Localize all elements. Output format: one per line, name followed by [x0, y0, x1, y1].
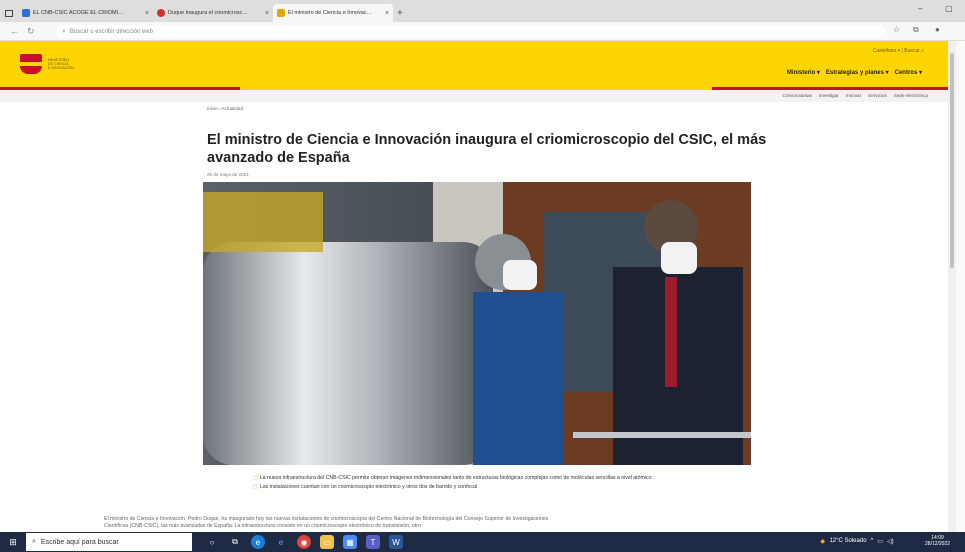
subnav-item-sede[interactable]: Sede electrónica	[894, 93, 928, 98]
taskbar-apps: ○ ⧉ e e ◉ ▭ ▦ T W	[205, 535, 403, 549]
url-placeholder: Buscar o escribir dirección web	[69, 28, 153, 35]
tab-ministro-ciencia[interactable]: El ministro de Ciencia e Innovac… ×	[273, 4, 393, 22]
ie-icon[interactable]: e	[274, 535, 288, 549]
edge-icon[interactable]: e	[251, 535, 265, 549]
windows-start-icon[interactable]: ⊞	[0, 532, 26, 552]
refresh-icon[interactable]: ↻	[27, 26, 35, 37]
taskbar-clock[interactable]: 14:09 28/12/2022	[925, 535, 950, 547]
tab-label: EL CNB-CSIC ACOGE EL CRIOMI…	[33, 10, 124, 16]
nav-item-estrategias[interactable]: Estrategias y planes ▾	[826, 69, 889, 76]
maximize-button[interactable]: ▢	[945, 4, 953, 13]
task-view-icon[interactable]: ⧉	[228, 535, 242, 549]
page-scrollbar[interactable]	[948, 41, 956, 532]
scrollbar-thumb[interactable]	[950, 53, 954, 268]
teams-icon[interactable]: T	[366, 535, 380, 549]
url-input[interactable]: ⌕ Buscar o escribir dirección web	[56, 25, 886, 38]
chrome-icon[interactable]: ◉	[297, 535, 311, 549]
nav-item-centros[interactable]: Centros ▾	[895, 69, 922, 76]
tab-duque-inaugura[interactable]: Duque inaugura el criomicrosc… ×	[153, 4, 273, 22]
article-highlights: ▢ La nueva infraestructura del CNB-CSIC p…	[253, 475, 723, 493]
list-item: ▢ La nueva infraestructura del CNB-CSIC p…	[253, 475, 652, 481]
list-item: ▢ Las instalaciones cuentan con un criomi…	[253, 484, 478, 490]
new-tab-button[interactable]: +	[393, 4, 407, 22]
tab-favicon-icon	[277, 9, 285, 17]
cortana-icon[interactable]: ○	[205, 535, 219, 549]
close-icon[interactable]: ×	[261, 10, 269, 17]
collections-icon[interactable]: ⧉	[913, 25, 919, 35]
tab-label: El ministro de Ciencia e Innovac…	[288, 10, 373, 16]
search-link[interactable]: Buscar	[904, 48, 920, 54]
minimize-button[interactable]: –	[918, 4, 922, 13]
subnav-item-investigar[interactable]: Investigar	[819, 93, 839, 98]
header-top-links: Castellano ▾ | Buscar ⌕	[873, 48, 924, 54]
back-icon[interactable]: ←	[10, 26, 19, 36]
ministry-name: MINISTERIO DE CIENCIA E INNOVACIÓN	[48, 57, 74, 71]
site-header: MINISTERIO DE CIENCIA E INNOVACIÓN Caste…	[0, 41, 948, 87]
taskbar: ⊞ ⌕ Escribe aquí para buscar ○ ⧉ e e ◉ ▭…	[0, 532, 965, 552]
weather-label[interactable]: 12°C Soleado	[829, 538, 866, 544]
taskbar-search-input[interactable]: ⌕ Escribe aquí para buscar	[26, 533, 192, 551]
clock-date: 28/12/2022	[925, 541, 951, 547]
address-bar: ← ↻ ⌕ Buscar o escribir dirección web ☆ …	[0, 22, 965, 41]
volume-icon[interactable]: ◁)	[887, 538, 894, 545]
word-icon[interactable]: W	[389, 535, 403, 549]
sidebar-strip	[956, 41, 965, 532]
separator: |	[901, 48, 903, 54]
close-icon[interactable]: ×	[381, 10, 389, 17]
secondary-nav: Convocatorias Investigar Innovar Servici…	[0, 90, 948, 102]
search-placeholder: Escribe aquí para buscar	[40, 538, 119, 546]
nav-item-ministerio[interactable]: Ministerio ▾	[787, 69, 820, 76]
coat-of-arms-icon	[20, 54, 42, 74]
page-title: El ministro de Ciencia e Innovación inau…	[207, 132, 767, 166]
subnav-item-servicios[interactable]: Servicios	[868, 93, 887, 98]
article-date: 26 de mayo de 2021	[207, 172, 249, 177]
network-icon[interactable]: ▭	[877, 538, 883, 545]
article-photo	[203, 182, 751, 465]
tab-favicon-icon	[157, 9, 165, 17]
tab-favicon-icon	[22, 9, 30, 17]
ministry-logo[interactable]: MINISTERIO DE CIENCIA E INNOVACIÓN	[20, 54, 74, 74]
weather-icon[interactable]: ●	[820, 536, 825, 546]
tab-label: Duque inaugura el criomicrosc…	[168, 10, 248, 16]
language-select[interactable]: Castellano ▾	[873, 48, 901, 54]
favorites-icon[interactable]: ☆	[893, 25, 900, 34]
subnav-item-convocatorias[interactable]: Convocatorias	[783, 93, 812, 98]
chevron-up-icon[interactable]: ^	[871, 538, 874, 544]
close-icon[interactable]: ×	[141, 10, 149, 17]
browser-tab-bar: EL CNB-CSIC ACOGE EL CRIOMI… × Duque ina…	[0, 0, 965, 22]
breadcrumb[interactable]: Inicio › Actualidad	[207, 106, 243, 111]
profile-icon[interactable]: ●	[935, 25, 940, 34]
main-nav: Ministerio ▾ Estrategias y planes ▾ Cent…	[787, 69, 922, 76]
subnav-item-innovar[interactable]: Innovar	[846, 93, 861, 98]
bullet-icon: ▢	[253, 484, 258, 490]
search-icon: ⌕	[62, 27, 66, 35]
tab-actions-icon[interactable]	[0, 4, 18, 22]
store-icon[interactable]: ▦	[343, 535, 357, 549]
article-body: El ministro de Ciencia e Innovación, Ped…	[104, 516, 549, 529]
search-icon: ⌕	[921, 48, 924, 54]
search-icon: ⌕	[32, 538, 36, 545]
bullet-icon: ▢	[253, 475, 258, 481]
system-tray: ● 12°C Soleado ^ ▭ ◁)	[820, 536, 894, 546]
tab-cnb-csic[interactable]: EL CNB-CSIC ACOGE EL CRIOMI… ×	[18, 4, 153, 22]
photo-illustration	[203, 182, 751, 465]
file-explorer-icon[interactable]: ▭	[320, 535, 334, 549]
